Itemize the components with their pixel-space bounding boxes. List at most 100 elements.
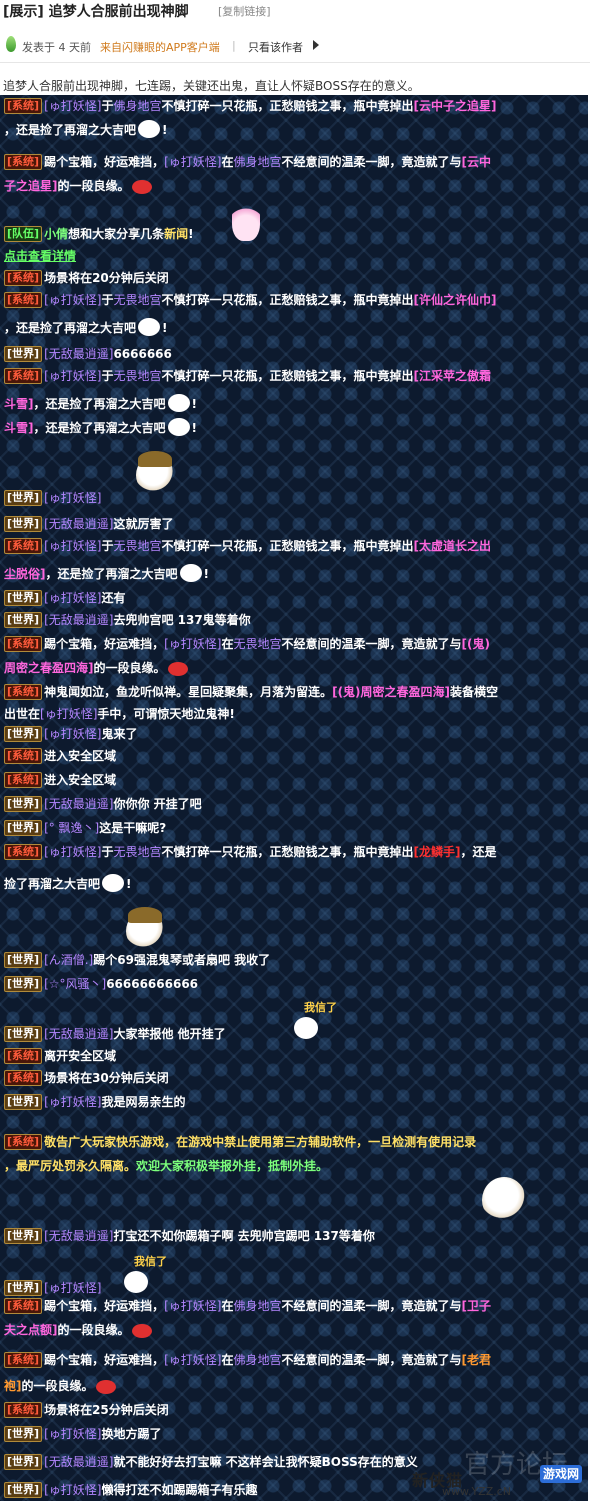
- message-text: 不慎打碎一只花瓶，正愁赔钱之事，瓶中竟掉出: [161, 845, 414, 859]
- world-badge: [世界]: [4, 820, 43, 836]
- client-source-link[interactable]: 来自闪赚眼的APP客户端: [100, 39, 220, 55]
- world-badge: [世界]: [4, 1280, 43, 1296]
- player-name[interactable]: [无敌最逍遥]: [44, 797, 113, 811]
- system-badge: [系统]: [4, 98, 43, 114]
- chat-message: [系统] 场景将在25分钟后关闭: [4, 1399, 584, 1422]
- face-emoji-icon: [138, 120, 161, 138]
- copy-link-button[interactable]: [复制链接]: [218, 3, 271, 19]
- chat-message: [世界] [☆°风骚丶]66666666666: [4, 973, 584, 996]
- chat-message: 子之追星]的一段良缘。: [4, 175, 584, 198]
- face-emoji-icon: [294, 1017, 318, 1039]
- message-text: 无畏地宫: [113, 845, 162, 859]
- message-text: 装备横空: [450, 685, 499, 699]
- player-name[interactable]: [无敌最逍遥]: [44, 1027, 113, 1041]
- player-name[interactable]: [ゅ打妖怪]: [44, 491, 101, 505]
- player-name[interactable]: [ゅ打妖怪]: [164, 155, 221, 169]
- chat-message: [系统] [ゅ打妖怪]于佛身地宫不慎打碎一只花瓶，正愁赔钱之事，瓶中竟掉出[云中子…: [4, 95, 584, 118]
- system-badge: [系统]: [4, 538, 43, 554]
- player-name[interactable]: [无敌最逍遥]: [44, 1229, 113, 1243]
- player-name[interactable]: [ゅ打妖怪]: [44, 99, 101, 113]
- chat-message: [世界] [无敌最逍遥]去兜帅宫吧 137鬼等着你: [4, 609, 584, 632]
- message-text: 子之追星]: [4, 179, 58, 193]
- message-text: [江采苹之傲霜: [413, 369, 491, 383]
- love-emoji-icon: [131, 1324, 152, 1338]
- world-badge: [世界]: [4, 1454, 43, 1470]
- player-name[interactable]: [ゅ打妖怪]: [44, 369, 101, 383]
- world-badge: [世界]: [4, 1426, 43, 1442]
- only-author-link[interactable]: 只看该作者: [248, 39, 303, 55]
- message-text: 于: [101, 293, 114, 307]
- message-text: 不经意间的温柔一脚，竟造就了与: [281, 155, 462, 169]
- chat-message: [系统] 踢个宝箱，好运难挡，[ゅ打妖怪]在佛身地宫不经意间的温柔一脚，竟造就了与…: [4, 1349, 584, 1372]
- world-badge: [世界]: [4, 516, 43, 532]
- system-badge: [系统]: [4, 684, 43, 700]
- player-name[interactable]: [无敌最逍遥]: [44, 613, 113, 627]
- system-badge: [系统]: [4, 772, 43, 788]
- message-text: 还有: [101, 591, 126, 605]
- message-text: 小倩: [44, 227, 69, 241]
- leaf-icon: [6, 36, 16, 52]
- message-text: 斗雪]: [4, 397, 34, 411]
- player-name[interactable]: [☆°风骚丶]: [44, 977, 106, 991]
- mask-avatar-icon: [482, 1177, 526, 1223]
- player-name[interactable]: [ゅ打妖怪]: [40, 707, 97, 721]
- player-name[interactable]: [ゅ打妖怪]: [164, 637, 221, 651]
- believe-label: 我信了: [134, 1255, 167, 1268]
- world-badge: [世界]: [4, 1228, 43, 1244]
- message-text: 夫之点额]: [4, 1323, 58, 1337]
- world-badge: [世界]: [4, 1026, 43, 1042]
- chat-message: [系统] 踢个宝箱，好运难挡，[ゅ打妖怪]在佛身地宫不经意间的温柔一脚，竟造就了与…: [4, 1295, 584, 1318]
- player-name[interactable]: [ゅ打妖怪]: [44, 539, 101, 553]
- post-meta: 发表于 4 天前 来自闪赚眼的APP客户端 | 只看该作者: [0, 32, 590, 62]
- chat-message: [世界] [无敌最逍遥]6666666: [4, 343, 584, 366]
- system-badge: [系统]: [4, 154, 43, 170]
- system-badge: [系统]: [4, 1352, 43, 1368]
- chat-message: ，最严厉处罚永久隔离。欢迎大家积极举报外挂，抵制外挂。: [4, 1155, 584, 1178]
- player-name[interactable]: [ゅ打妖怪]: [44, 591, 101, 605]
- face-emoji-icon: [179, 564, 202, 582]
- player-name[interactable]: [ゅ打妖怪]: [44, 1427, 101, 1441]
- player-name[interactable]: [ゅ打妖怪]: [44, 727, 101, 741]
- chat-message: [系统] 进入安全区域: [4, 745, 584, 768]
- player-name[interactable]: [ゅ打妖怪]: [44, 293, 101, 307]
- player-name[interactable]: [ゅ打妖怪]: [44, 1483, 101, 1497]
- message-text: 离开安全区域: [44, 1049, 117, 1063]
- chat-message: [系统] 踢个宝箱，好运难挡，[ゅ打妖怪]在无畏地宫不经意间的温柔一脚，竟造就了与…: [4, 633, 584, 656]
- message-text: 不经意间的温柔一脚，竟造就了与: [281, 1353, 462, 1367]
- chat-message: [世界] [ゅ打妖怪]换地方踢了: [4, 1423, 584, 1446]
- player-name[interactable]: [ゅ打妖怪]: [164, 1299, 221, 1313]
- message-text: 就不能好好去打宝嘛 不这样会让我怀疑BOSS存在的意义: [113, 1455, 418, 1469]
- player-name[interactable]: [ゅ打妖怪]: [44, 1095, 101, 1109]
- player-name[interactable]: [无敌最逍遥]: [44, 347, 113, 361]
- message-text: 你你你 开挂了吧: [113, 797, 202, 811]
- chat-message: [系统] 踢个宝箱，好运难挡，[ゅ打妖怪]在佛身地宫不经意间的温柔一脚，竟造就了与…: [4, 151, 584, 174]
- post-time: 发表于 4 天前: [22, 41, 91, 54]
- message-text: 在: [221, 637, 234, 651]
- player-name[interactable]: [ゅ打妖怪]: [44, 845, 101, 859]
- player-name[interactable]: [ゅ打妖怪]: [44, 1281, 101, 1295]
- message-text: 的一段良缘。: [57, 179, 130, 193]
- message-text: 我是网易亲生的: [101, 1095, 186, 1109]
- player-name[interactable]: [ゅ打妖怪]: [164, 1353, 221, 1367]
- chat-message: 斗雪]，还是捡了再溜之大吉吧!: [4, 417, 584, 440]
- chat-message: 袍]的一段良缘。: [4, 1375, 584, 1398]
- message-text: [(鬼)周密之春盈四海]: [332, 685, 451, 699]
- world-badge: [世界]: [4, 976, 43, 992]
- message-text: 佛身地宫: [113, 99, 162, 113]
- message-text: 出世在: [4, 707, 41, 721]
- world-badge: [世界]: [4, 1094, 43, 1110]
- world-badge: [世界]: [4, 726, 43, 742]
- system-badge: [系统]: [4, 636, 43, 652]
- message-text: 不慎打碎一只花瓶，正愁赔钱之事，瓶中竟掉出: [161, 539, 414, 553]
- love-emoji-icon: [131, 180, 152, 194]
- player-name[interactable]: [无敌最逍遥]: [44, 517, 113, 531]
- system-badge: [系统]: [4, 748, 43, 764]
- player-name[interactable]: [无敌最逍遥]: [44, 1455, 113, 1469]
- message-text: 大家举报他 他开挂了: [113, 1027, 226, 1041]
- player-name[interactable]: [ん酒僧.]: [44, 953, 93, 967]
- player-name[interactable]: [° 飘逸丶]: [44, 821, 99, 835]
- view-details-link[interactable]: 点击查看详情: [4, 249, 76, 263]
- chat-message: [系统] [ゅ打妖怪]于无畏地宫不慎打碎一只花瓶，正愁赔钱之事，瓶中竟掉出[江采苹…: [4, 365, 584, 388]
- message-text: [太虚道长之出: [413, 539, 491, 553]
- chat-message: [世界] [ん酒僧.]踢个69强混鬼琴或者扇吧 我收了: [4, 949, 584, 972]
